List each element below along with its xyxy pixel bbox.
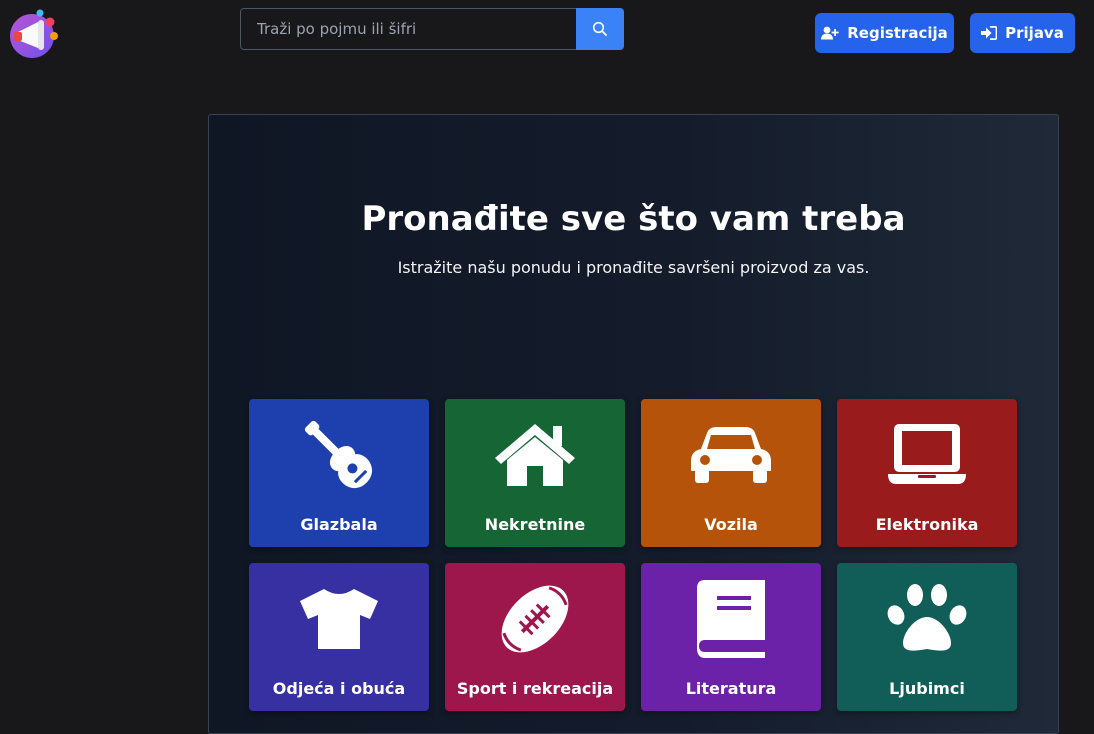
category-grid: Glazbala Nekretnine Vozila Elektronika O…	[249, 399, 1017, 711]
category-card-sport-i-rekreacija[interactable]: Sport i rekreacija	[445, 563, 625, 711]
hero-title: Pronađite sve što vam treba	[361, 199, 906, 239]
register-button[interactable]: Registracija	[815, 13, 954, 53]
megaphone-logo[interactable]	[8, 8, 60, 60]
hero-subtitle: Istražite našu ponudu i pronađite savrše…	[397, 258, 870, 277]
search-input[interactable]	[240, 8, 576, 50]
category-card-elektronika[interactable]: Elektronika	[837, 399, 1017, 547]
guitar-icon	[293, 413, 385, 497]
login-button[interactable]: Prijava	[970, 13, 1075, 53]
register-label: Registracija	[847, 24, 948, 42]
category-label: Glazbala	[300, 515, 378, 534]
book-icon	[685, 577, 777, 661]
football-icon	[489, 577, 581, 661]
category-label: Ljubimci	[889, 679, 965, 698]
top-bar: Registracija Prijava	[0, 0, 1094, 80]
category-label: Sport i rekreacija	[456, 679, 614, 698]
laptop-icon	[881, 413, 973, 497]
category-label: Literatura	[685, 679, 777, 698]
category-label: Odjeća i obuća	[272, 679, 406, 698]
search-bar	[240, 8, 624, 50]
sign-in-icon	[981, 26, 998, 40]
house-icon	[489, 413, 581, 497]
category-card-vozila[interactable]: Vozila	[641, 399, 821, 547]
category-card-glazbala[interactable]: Glazbala	[249, 399, 429, 547]
user-plus-icon	[821, 26, 839, 40]
hero-panel: Pronađite sve što vam treba Istražite na…	[208, 114, 1059, 734]
category-label: Nekretnine	[484, 515, 586, 534]
category-label: Vozila	[704, 515, 758, 534]
category-card-nekretnine[interactable]: Nekretnine	[445, 399, 625, 547]
paw-icon	[881, 577, 973, 661]
car-icon	[685, 413, 777, 497]
search-button[interactable]	[576, 8, 624, 50]
login-label: Prijava	[1005, 24, 1064, 42]
category-card-literatura[interactable]: Literatura	[641, 563, 821, 711]
category-label: Elektronika	[875, 515, 979, 534]
shirt-icon	[293, 577, 385, 661]
category-card-ljubimci[interactable]: Ljubimci	[837, 563, 1017, 711]
search-icon	[592, 21, 607, 36]
category-card-odjeca-i-obuca[interactable]: Odjeća i obuća	[249, 563, 429, 711]
